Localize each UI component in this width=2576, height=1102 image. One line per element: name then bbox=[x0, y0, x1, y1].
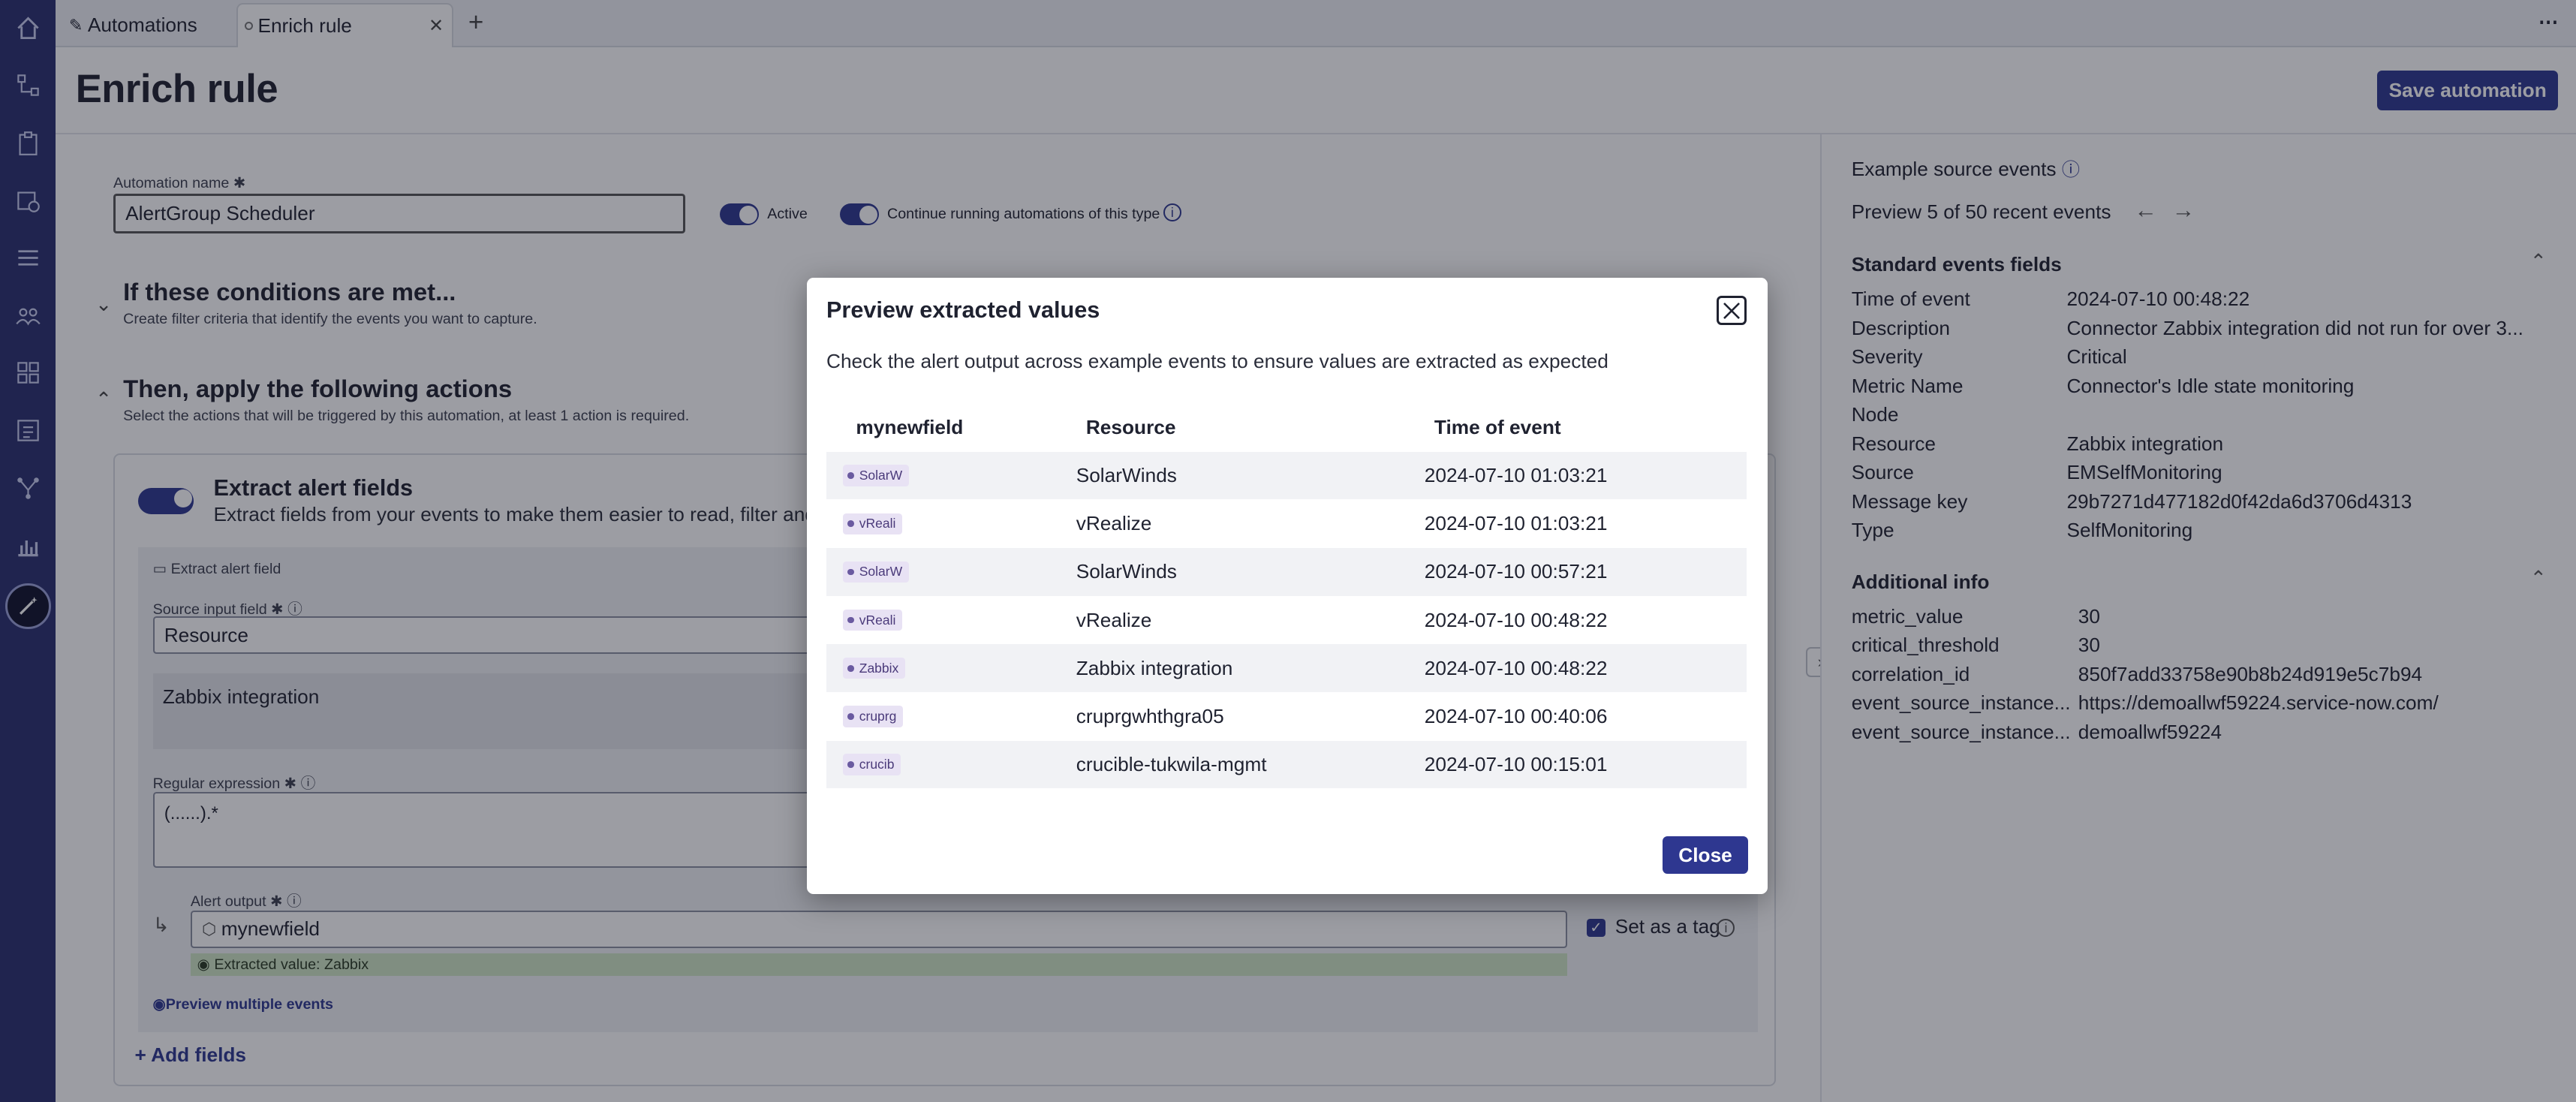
table-row: Zabbix Zabbix integration 2024-07-10 00:48… bbox=[826, 644, 1747, 692]
tag-chip: vReali bbox=[842, 609, 903, 631]
resource-cell: SolarWinds bbox=[1076, 464, 1177, 487]
time-cell: 2024-07-10 00:48:22 bbox=[1424, 608, 1608, 631]
column-header-time: Time of event bbox=[1434, 415, 1561, 438]
preview-extracted-values-modal: Preview extracted values Check the alert… bbox=[806, 277, 1768, 894]
tag-chip: SolarW bbox=[842, 465, 909, 486]
tag-dot-icon bbox=[847, 664, 855, 672]
table-row: vReali vRealize 2024-07-10 01:03:21 bbox=[826, 500, 1747, 547]
table-row: SolarW SolarWinds 2024-07-10 01:03:21 bbox=[826, 451, 1747, 500]
resource-cell: crucible-tukwila-mgmt bbox=[1076, 752, 1267, 775]
close-button[interactable]: Close bbox=[1663, 836, 1748, 875]
tag-dot-icon bbox=[847, 761, 855, 768]
column-header-mynewfield: mynewfield bbox=[856, 415, 964, 438]
tag-chip: vReali bbox=[842, 513, 903, 535]
tag-dot-icon bbox=[847, 616, 855, 624]
modal-title: Preview extracted values bbox=[826, 297, 1100, 324]
tag-chip: Zabbix bbox=[842, 657, 906, 679]
resource-cell: vRealize bbox=[1076, 512, 1152, 535]
resource-cell: Zabbix integration bbox=[1076, 656, 1233, 679]
time-cell: 2024-07-10 00:57:21 bbox=[1424, 560, 1608, 583]
tag-chip: crucib bbox=[842, 754, 901, 775]
modal-description: Check the alert output across example ev… bbox=[826, 350, 1608, 373]
tag-chip-label: Zabbix bbox=[859, 660, 899, 676]
tag-dot-icon bbox=[847, 520, 855, 528]
table-row: vReali vRealize 2024-07-10 00:48:22 bbox=[826, 596, 1747, 643]
tag-chip-label: crucib bbox=[859, 756, 895, 772]
table-row: cruprg cruprgwhthgra05 2024-07-10 00:40:06 bbox=[826, 693, 1747, 740]
tag-dot-icon bbox=[847, 568, 855, 576]
tag-dot-icon bbox=[847, 472, 855, 480]
time-cell: 2024-07-10 01:03:21 bbox=[1424, 512, 1608, 535]
close-icon[interactable] bbox=[1717, 295, 1747, 326]
resource-cell: cruprgwhthgra05 bbox=[1076, 704, 1224, 727]
tag-chip-label: cruprg bbox=[859, 708, 897, 724]
table-row: SolarW SolarWinds 2024-07-10 00:57:21 bbox=[826, 548, 1747, 596]
tag-chip: SolarW bbox=[842, 561, 909, 583]
tag-chip-label: vReali bbox=[859, 516, 896, 531]
time-cell: 2024-07-10 01:03:21 bbox=[1424, 464, 1608, 487]
time-cell: 2024-07-10 00:15:01 bbox=[1424, 752, 1608, 775]
column-header-resource: Resource bbox=[1085, 415, 1176, 438]
tag-chip-label: SolarW bbox=[859, 564, 903, 580]
resource-cell: SolarWinds bbox=[1076, 560, 1177, 583]
tag-dot-icon bbox=[847, 712, 855, 720]
tag-chip-label: vReali bbox=[859, 612, 896, 628]
time-cell: 2024-07-10 00:40:06 bbox=[1424, 704, 1608, 727]
table-row: crucib crucible-tukwila-mgmt 2024-07-10 00… bbox=[826, 740, 1747, 789]
time-cell: 2024-07-10 00:48:22 bbox=[1424, 656, 1608, 679]
app-root: ✎ Automations Enrich rule ✕ + ⋯ Enrich r… bbox=[0, 0, 2576, 1102]
tag-chip: cruprg bbox=[842, 706, 904, 727]
tag-chip-label: SolarW bbox=[859, 468, 903, 483]
resource-cell: vRealize bbox=[1076, 608, 1152, 631]
